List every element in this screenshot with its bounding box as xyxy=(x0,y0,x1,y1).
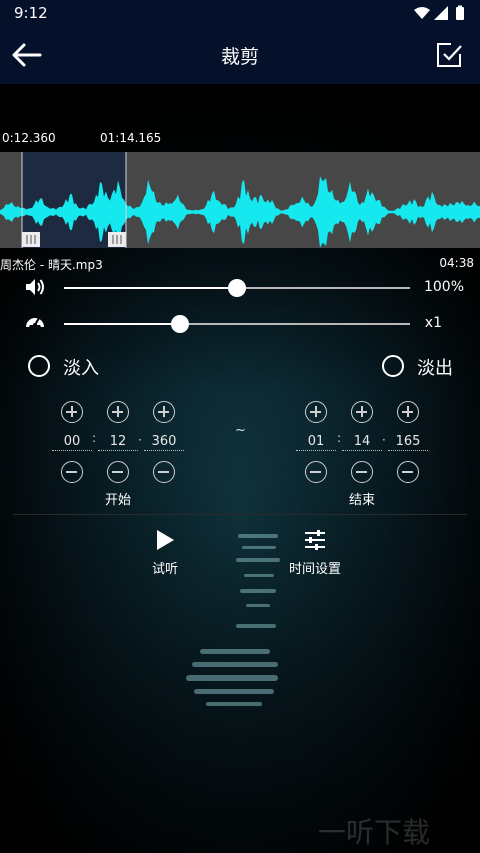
volume-value: 100% xyxy=(423,279,464,295)
start-seconds-field[interactable]: 12 xyxy=(98,434,138,451)
end-seconds-increment-button[interactable] xyxy=(351,401,373,423)
total-duration: 04:38 xyxy=(439,256,474,270)
end-millis-field[interactable]: 165 xyxy=(388,434,428,451)
status-time: 9:12 xyxy=(14,4,48,22)
end-label: 结束 xyxy=(349,493,376,508)
volume-row: 100% xyxy=(0,274,480,302)
play-label: 试听 xyxy=(151,562,178,577)
start-seconds-decrement-button[interactable] xyxy=(107,461,129,483)
time-settings-button[interactable]: 时间设置 xyxy=(270,528,360,578)
page-title: 裁剪 xyxy=(220,46,259,68)
end-seconds-decrement-button[interactable] xyxy=(351,461,373,483)
divider xyxy=(13,514,467,515)
status-bar: 9:12 xyxy=(0,0,480,26)
end-seconds-field[interactable]: 14 xyxy=(342,434,382,451)
preview-play-button[interactable]: 试听 xyxy=(120,528,210,578)
start-seconds-increment-button[interactable] xyxy=(107,401,129,423)
speed-slider-thumb[interactable] xyxy=(170,315,189,333)
start-millis-increment-button[interactable] xyxy=(153,401,175,423)
volume-slider-track[interactable] xyxy=(64,279,410,297)
end-colon-separator: : xyxy=(337,431,342,445)
battery-icon xyxy=(456,7,464,20)
speed-slider-track[interactable] xyxy=(64,315,410,333)
speed-row: x1 xyxy=(0,310,480,338)
start-millis-field[interactable]: 360 xyxy=(144,434,184,451)
start-handle-icon[interactable] xyxy=(22,232,40,247)
confirm-check-icon[interactable] xyxy=(436,42,462,68)
fade-in-radio[interactable] xyxy=(28,355,50,377)
wifi-icon xyxy=(414,7,430,19)
start-colon-separator: : xyxy=(92,431,97,445)
fade-in-label: 淡入 xyxy=(63,358,99,379)
waveform[interactable] xyxy=(0,152,480,248)
end-minutes-increment-button[interactable] xyxy=(305,401,327,423)
end-minutes-decrement-button[interactable] xyxy=(305,461,327,483)
end-handle-icon[interactable] xyxy=(108,232,126,247)
watermark-logo: 一听下载 xyxy=(318,816,431,849)
fade-out-radio[interactable] xyxy=(382,355,404,377)
end-millis-increment-button[interactable] xyxy=(397,401,419,423)
file-name: 周杰伦 - 晴天.mp3 xyxy=(0,258,103,272)
start-minutes-field[interactable]: 00 xyxy=(52,434,92,451)
volume-icon xyxy=(26,279,44,295)
speed-slider-fill xyxy=(64,323,180,325)
signal-icon xyxy=(434,6,448,20)
end-minutes-field[interactable]: 01 xyxy=(296,434,336,451)
end-millis-decrement-button[interactable] xyxy=(397,461,419,483)
speedometer-icon xyxy=(26,317,44,327)
volume-slider-thumb[interactable] xyxy=(228,279,246,297)
start-minutes-decrement-button[interactable] xyxy=(61,461,83,483)
sliders-icon xyxy=(305,530,325,550)
status-icons xyxy=(414,5,464,20)
fade-out-label: 淡出 xyxy=(417,358,453,379)
volume-slider-fill xyxy=(64,287,237,289)
start-label: 开始 xyxy=(105,493,132,508)
start-dot-separator: · xyxy=(138,433,142,447)
app-bar: 裁剪 xyxy=(0,26,480,84)
time-settings-label: 时间设置 xyxy=(288,562,341,577)
end-dot-separator: · xyxy=(382,433,386,447)
speed-value: x1 xyxy=(424,315,442,331)
start-millis-decrement-button[interactable] xyxy=(153,461,175,483)
start-minutes-increment-button[interactable] xyxy=(61,401,83,423)
range-separator: ~ xyxy=(235,423,246,438)
play-icon xyxy=(157,530,174,550)
selection-start-time: 0:12.360 xyxy=(2,131,56,145)
selection-end-time: 01:14.165 xyxy=(100,131,162,145)
